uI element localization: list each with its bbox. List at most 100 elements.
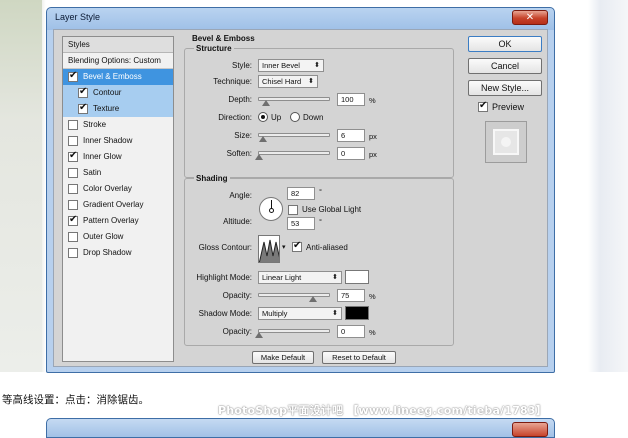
soften-label: Soften: xyxy=(226,149,252,158)
shadow-opacity-slider[interactable] xyxy=(255,329,330,338)
depth-slider[interactable] xyxy=(258,97,330,106)
style-item-color-overlay[interactable]: Color Overlay xyxy=(63,181,173,197)
style-item-satin[interactable]: Satin xyxy=(63,165,173,181)
style-item-label: Bevel & Emboss xyxy=(83,72,142,81)
soften-input[interactable]: 0 xyxy=(337,147,365,160)
style-checkbox[interactable] xyxy=(68,120,78,130)
depth-slider-thumb[interactable] xyxy=(262,100,271,106)
size-input[interactable]: 6 xyxy=(337,129,365,142)
soften-unit: px xyxy=(369,150,377,159)
direction-down-radio[interactable] xyxy=(290,112,300,122)
bevel-emboss-title: Bevel & Emboss xyxy=(192,34,255,43)
contour-dropdown-icon[interactable]: ▾ xyxy=(282,243,286,251)
highlight-opacity-unit: % xyxy=(369,292,376,301)
highlight-opacity-slider[interactable] xyxy=(258,293,330,302)
shadow-opacity-input[interactable]: 0 xyxy=(337,325,365,338)
preview-label: Preview xyxy=(492,102,525,112)
style-item-label: Color Overlay xyxy=(83,184,132,193)
style-label: Style: xyxy=(231,61,252,70)
style-item-label: Inner Glow xyxy=(83,152,122,161)
checkmark-icon: ✔ xyxy=(479,100,488,111)
style-preview-thumbnail xyxy=(485,121,527,163)
technique-select-value: Chisel Hard xyxy=(262,77,302,86)
style-checkbox[interactable]: ✔ xyxy=(68,214,78,226)
angle-hub xyxy=(269,208,274,213)
checkmark-icon: ✔ xyxy=(69,214,78,225)
styles-header[interactable]: Styles xyxy=(63,37,173,53)
style-checkbox[interactable] xyxy=(68,184,78,194)
shadow-color-swatch[interactable] xyxy=(345,306,369,320)
ok-button[interactable]: OK xyxy=(468,36,542,52)
dialog-client-area: Styles Blending Options: Custom ✔ Bevel &… xyxy=(53,29,548,367)
checkmark-icon: ✔ xyxy=(69,150,78,161)
style-checkbox[interactable]: ✔ xyxy=(68,150,78,162)
style-item-label: Satin xyxy=(83,168,102,177)
style-item-drop-shadow[interactable]: Drop Shadow xyxy=(63,245,173,261)
shadow-mode-select[interactable]: Multiply ⬍ xyxy=(258,307,342,320)
angle-wheel[interactable] xyxy=(259,197,283,221)
angle-input[interactable]: 82 xyxy=(287,187,315,200)
style-select[interactable]: Inner Bevel ⬍ xyxy=(258,59,324,72)
direction-up-label: Up xyxy=(271,113,282,122)
make-default-button[interactable]: Make Default xyxy=(252,351,314,364)
preview-checkbox[interactable]: ✔ xyxy=(478,100,488,112)
size-slider[interactable] xyxy=(258,133,330,142)
highlight-opacity-input[interactable]: 75 xyxy=(337,289,365,302)
checkmark-icon: ✔ xyxy=(79,102,88,113)
style-checkbox[interactable] xyxy=(68,168,78,178)
use-global-light-checkbox[interactable] xyxy=(288,205,298,215)
highlight-color-swatch[interactable] xyxy=(345,270,369,284)
style-item-gradient-overlay[interactable]: Gradient Overlay xyxy=(63,197,173,213)
style-item-label: Drop Shadow xyxy=(83,248,132,257)
cancel-button[interactable]: Cancel xyxy=(468,58,542,74)
checkmark-icon: ✔ xyxy=(79,86,88,97)
direction-down-label: Down xyxy=(303,113,324,122)
style-item-outer-glow[interactable]: Outer Glow xyxy=(63,229,173,245)
gloss-contour-picker[interactable] xyxy=(258,235,280,263)
close-icon[interactable] xyxy=(512,422,548,437)
style-checkbox[interactable] xyxy=(68,200,78,210)
chevron-down-icon: ⬍ xyxy=(332,274,338,281)
altitude-unit: ° xyxy=(319,217,322,226)
layer-style-dialog: Layer Style ✕ Styles Blending Options: C… xyxy=(46,7,555,373)
contour-curve-icon xyxy=(259,236,279,262)
shadow-opacity-thumb[interactable] xyxy=(255,332,263,338)
style-checkbox[interactable]: ✔ xyxy=(78,86,88,98)
altitude-label: Altitude: xyxy=(223,217,252,226)
second-dialog-titlebar xyxy=(46,418,555,438)
style-item-pattern-overlay[interactable]: ✔ Pattern Overlay xyxy=(63,213,173,229)
preview-swatch-icon xyxy=(486,122,526,162)
anti-aliased-checkbox[interactable]: ✔ xyxy=(292,240,302,252)
style-item-bevel-emboss[interactable]: ✔ Bevel & Emboss xyxy=(63,69,173,85)
style-item-inner-shadow[interactable]: Inner Shadow xyxy=(63,133,173,149)
highlight-mode-select[interactable]: Linear Light ⬍ xyxy=(258,271,342,284)
style-checkbox[interactable] xyxy=(68,136,78,146)
style-item-inner-glow[interactable]: ✔ Inner Glow xyxy=(63,149,173,165)
soften-slider-thumb[interactable] xyxy=(255,154,263,160)
style-checkbox[interactable] xyxy=(68,248,78,258)
altitude-input[interactable]: 53 xyxy=(287,217,315,230)
style-checkbox[interactable] xyxy=(68,232,78,242)
direction-up-radio[interactable] xyxy=(258,112,268,122)
depth-unit: % xyxy=(369,96,376,105)
angle-unit: ° xyxy=(319,187,322,196)
style-item-label: Outer Glow xyxy=(83,232,124,241)
new-style-button[interactable]: New Style... xyxy=(468,80,542,96)
highlight-opacity-thumb[interactable] xyxy=(309,296,317,302)
title-bar[interactable]: Layer Style ✕ xyxy=(47,8,554,28)
style-item-contour[interactable]: ✔ Contour xyxy=(63,85,173,101)
close-button[interactable]: ✕ xyxy=(512,10,548,25)
style-checkbox[interactable]: ✔ xyxy=(78,102,88,114)
style-item-texture[interactable]: ✔ Texture xyxy=(63,101,173,117)
style-item-label: Contour xyxy=(93,88,122,97)
style-item-label: Stroke xyxy=(83,120,107,129)
technique-select[interactable]: Chisel Hard ⬍ xyxy=(258,75,318,88)
style-item-stroke[interactable]: Stroke xyxy=(63,117,173,133)
size-slider-thumb[interactable] xyxy=(258,136,267,142)
reset-to-default-button[interactable]: Reset to Default xyxy=(322,351,396,364)
blending-options-item[interactable]: Blending Options: Custom xyxy=(63,53,173,69)
style-select-value: Inner Bevel xyxy=(262,61,300,70)
style-checkbox[interactable]: ✔ xyxy=(68,70,78,82)
soften-slider[interactable] xyxy=(255,151,330,160)
depth-input[interactable]: 100 xyxy=(337,93,365,106)
